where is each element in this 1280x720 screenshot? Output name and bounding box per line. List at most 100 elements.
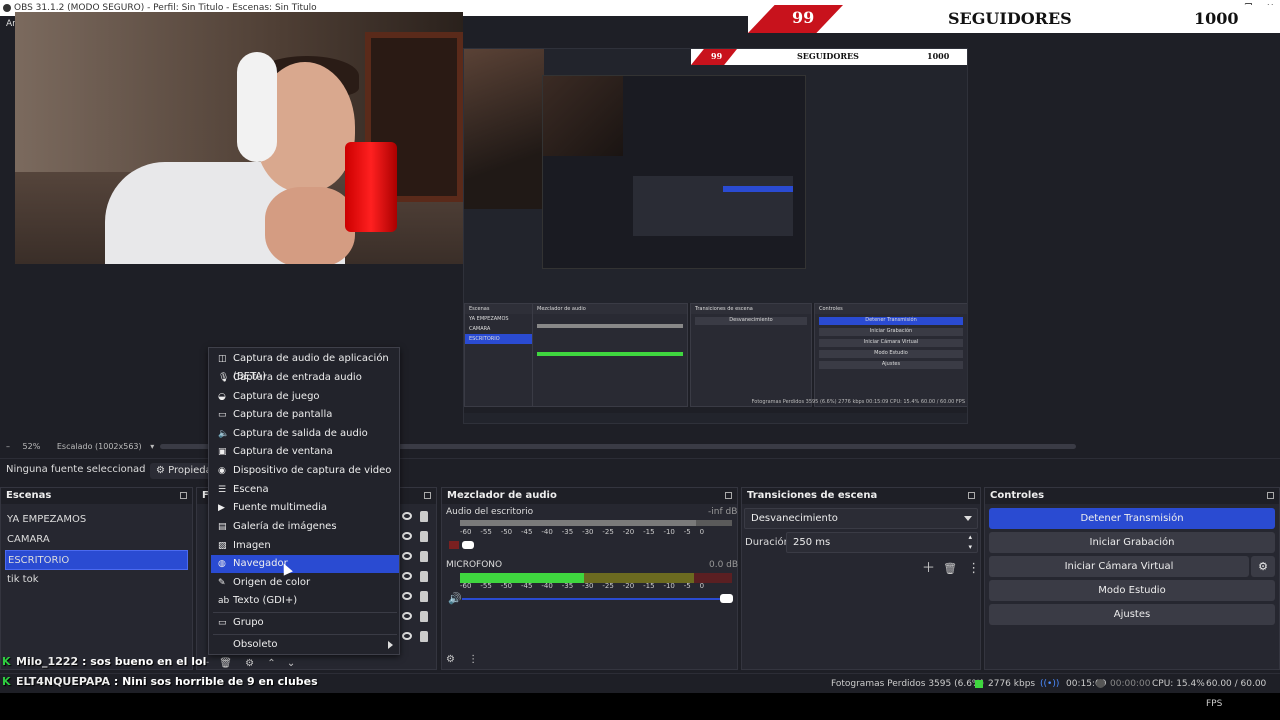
headset-icon bbox=[237, 52, 277, 162]
scene-item-tik-tok[interactable]: tik tok bbox=[1, 570, 192, 590]
preview-virtual-cam: Iniciar Cámara Virtual bbox=[819, 339, 963, 347]
webcam-person-hand bbox=[265, 187, 355, 264]
source-row-3[interactable] bbox=[400, 567, 436, 587]
undock-icon[interactable] bbox=[424, 492, 431, 499]
desktop-audio-label: Audio del escritorio bbox=[446, 507, 534, 517]
menu-item-deprecated[interactable]: Obsoleto bbox=[211, 636, 399, 654]
eye-icon[interactable] bbox=[402, 572, 412, 580]
menu-item-audio-output-capture[interactable]: 🔈 Captura de salida de audio bbox=[211, 425, 399, 443]
start-recording-button[interactable]: Iniciar Grabación bbox=[989, 532, 1275, 553]
preview-controls-panel: Controles Detener Transmisión Iniciar Gr… bbox=[814, 303, 967, 407]
zoom-out-icon[interactable]: – bbox=[6, 442, 10, 451]
stop-streaming-button[interactable]: Detener Transmisión bbox=[989, 508, 1275, 529]
chevron-down-icon[interactable]: ▾ bbox=[150, 442, 154, 451]
tick: -60 bbox=[460, 528, 472, 536]
microphone-icon: 🎙 bbox=[218, 373, 230, 383]
menu-item-label: Grupo bbox=[233, 617, 264, 628]
mic-scale: -60 -55 -50 -45 -40 -35 -30 -25 -20 -15 … bbox=[460, 582, 740, 590]
lock-icon[interactable] bbox=[420, 631, 428, 642]
duration-value: 250 ms bbox=[793, 537, 831, 548]
menu-item-display-capture[interactable]: ▭ Captura de pantalla bbox=[211, 406, 399, 424]
speaker-icon[interactable]: 🔊 bbox=[448, 592, 462, 605]
lock-icon[interactable] bbox=[420, 591, 428, 602]
menu-item-group[interactable]: ▭ Grupo bbox=[211, 614, 399, 632]
menu-item-scene[interactable]: ☰ Escena bbox=[211, 481, 399, 499]
menu-item-text-gdi[interactable]: ab Texto (GDI+) bbox=[211, 592, 399, 610]
menu-item-image[interactable]: ▨ Imagen bbox=[211, 537, 399, 555]
duration-input[interactable]: 250 ms ▴ ▾ bbox=[786, 532, 978, 553]
studio-mode-button[interactable]: Modo Estudio bbox=[989, 580, 1275, 601]
move-down-icon[interactable]: ⌄ bbox=[287, 658, 295, 669]
sources-toolbar: ＋ 🗑 ⚙ ⌃ ⌄ bbox=[200, 654, 295, 669]
menu-item-game-capture[interactable]: ◒ Captura de juego bbox=[211, 388, 399, 406]
source-row-4[interactable] bbox=[400, 587, 436, 607]
transition-select[interactable]: Desvanecimiento bbox=[744, 508, 978, 529]
menu-item-video-capture-device[interactable]: ◉ Dispositivo de captura de video bbox=[211, 462, 399, 480]
advanced-audio-icon[interactable]: ⚙ bbox=[446, 654, 455, 665]
scene-item-escritorio[interactable]: ESCRITORIO bbox=[5, 550, 188, 570]
source-settings-icon[interactable]: ⚙ bbox=[245, 658, 254, 669]
tick: -35 bbox=[561, 582, 574, 590]
add-transition-icon[interactable]: ＋ bbox=[922, 561, 935, 576]
controls-header: Controles bbox=[985, 488, 1279, 504]
undock-icon[interactable] bbox=[725, 492, 732, 499]
menu-item-window-capture[interactable]: ▣ Captura de ventana bbox=[211, 443, 399, 461]
scale-mode[interactable]: Escalado (1002x563) bbox=[57, 442, 142, 451]
undock-icon[interactable] bbox=[180, 492, 187, 499]
lock-icon[interactable] bbox=[420, 551, 428, 562]
menu-item-color-source[interactable]: ✎ Origen de color bbox=[211, 574, 399, 592]
preview-controls-header: Controles bbox=[815, 304, 967, 314]
chat-user: ELT4NQUEPAPA bbox=[16, 675, 110, 688]
preview-canvas[interactable]: 99 SEGUIDORES 1000 Escenas YA EMPEZAMOS … bbox=[463, 48, 968, 424]
chat-text: Nini sos horrible de 9 en clubes bbox=[122, 675, 318, 688]
move-up-icon[interactable]: ⌃ bbox=[267, 658, 275, 669]
undock-icon[interactable] bbox=[1267, 492, 1274, 499]
mic-volume-track[interactable] bbox=[462, 598, 728, 600]
mic-volume-slider[interactable] bbox=[720, 594, 733, 603]
eye-icon[interactable] bbox=[402, 532, 412, 540]
lock-icon[interactable] bbox=[420, 571, 428, 582]
start-virtual-camera-button[interactable]: Iniciar Cámara Virtual bbox=[989, 556, 1249, 577]
transition-toolbar: ＋ 🗑 ⋮ bbox=[922, 557, 980, 576]
scene-item-ya-empezamos[interactable]: YA EMPEZAMOS bbox=[1, 510, 192, 530]
lock-icon[interactable] bbox=[420, 531, 428, 542]
mixer-header-label: Mezclador de audio bbox=[447, 490, 557, 501]
record-icon bbox=[1096, 679, 1105, 688]
eye-icon[interactable] bbox=[402, 552, 412, 560]
remove-source-icon[interactable]: 🗑 bbox=[219, 658, 232, 669]
eye-icon[interactable] bbox=[402, 612, 412, 620]
source-row-1[interactable] bbox=[400, 527, 436, 547]
menu-item-browser[interactable]: ◍ Navegador bbox=[211, 555, 399, 573]
menu-item-label: Texto (GDI+) bbox=[233, 595, 298, 606]
submenu-arrow-icon bbox=[388, 641, 393, 649]
menu-item-app-audio-capture[interactable]: ◫ Captura de audio de aplicación (BETA) bbox=[211, 350, 399, 382]
source-row-6[interactable] bbox=[400, 627, 436, 647]
remove-transition-icon[interactable]: 🗑 bbox=[943, 562, 957, 575]
scene-item-camara[interactable]: CAMARA bbox=[1, 530, 192, 550]
source-row-2[interactable] bbox=[400, 547, 436, 567]
lock-icon[interactable] bbox=[420, 511, 428, 522]
virtual-camera-settings-button[interactable]: ⚙ bbox=[1251, 556, 1275, 577]
lock-icon[interactable] bbox=[420, 611, 428, 622]
source-row-5[interactable] bbox=[400, 607, 436, 627]
tick: -60 bbox=[460, 582, 472, 590]
tick: -15 bbox=[643, 528, 655, 536]
eye-icon[interactable] bbox=[402, 512, 412, 520]
preview-meter-2 bbox=[537, 352, 683, 356]
spin-arrows-icon[interactable]: ▴ ▾ bbox=[968, 532, 972, 552]
mixer-toolbar: ⚙ ⋮ bbox=[446, 654, 478, 668]
kebab-menu-icon[interactable]: ⋮ bbox=[468, 654, 478, 665]
desktop-volume-slider[interactable] bbox=[462, 541, 474, 549]
scene-list-icon: ☰ bbox=[218, 485, 227, 495]
undock-icon[interactable] bbox=[968, 492, 975, 499]
eye-icon[interactable] bbox=[402, 632, 412, 640]
desktop-mute-icon[interactable] bbox=[449, 541, 459, 549]
menu-item-image-slideshow[interactable]: ▤ Galería de imágenes bbox=[211, 518, 399, 536]
menu-item-media-source[interactable]: ▶ Fuente multimedia bbox=[211, 499, 399, 517]
zoom-level[interactable]: 52% bbox=[23, 442, 41, 451]
settings-button[interactable]: Ajustes bbox=[989, 604, 1275, 625]
source-row-0[interactable] bbox=[400, 507, 436, 527]
kebab-menu-icon[interactable]: ⋮ bbox=[967, 561, 980, 576]
menu-item-audio-input-capture[interactable]: 🎙 Captura de entrada audio bbox=[211, 369, 399, 387]
eye-icon[interactable] bbox=[402, 592, 412, 600]
